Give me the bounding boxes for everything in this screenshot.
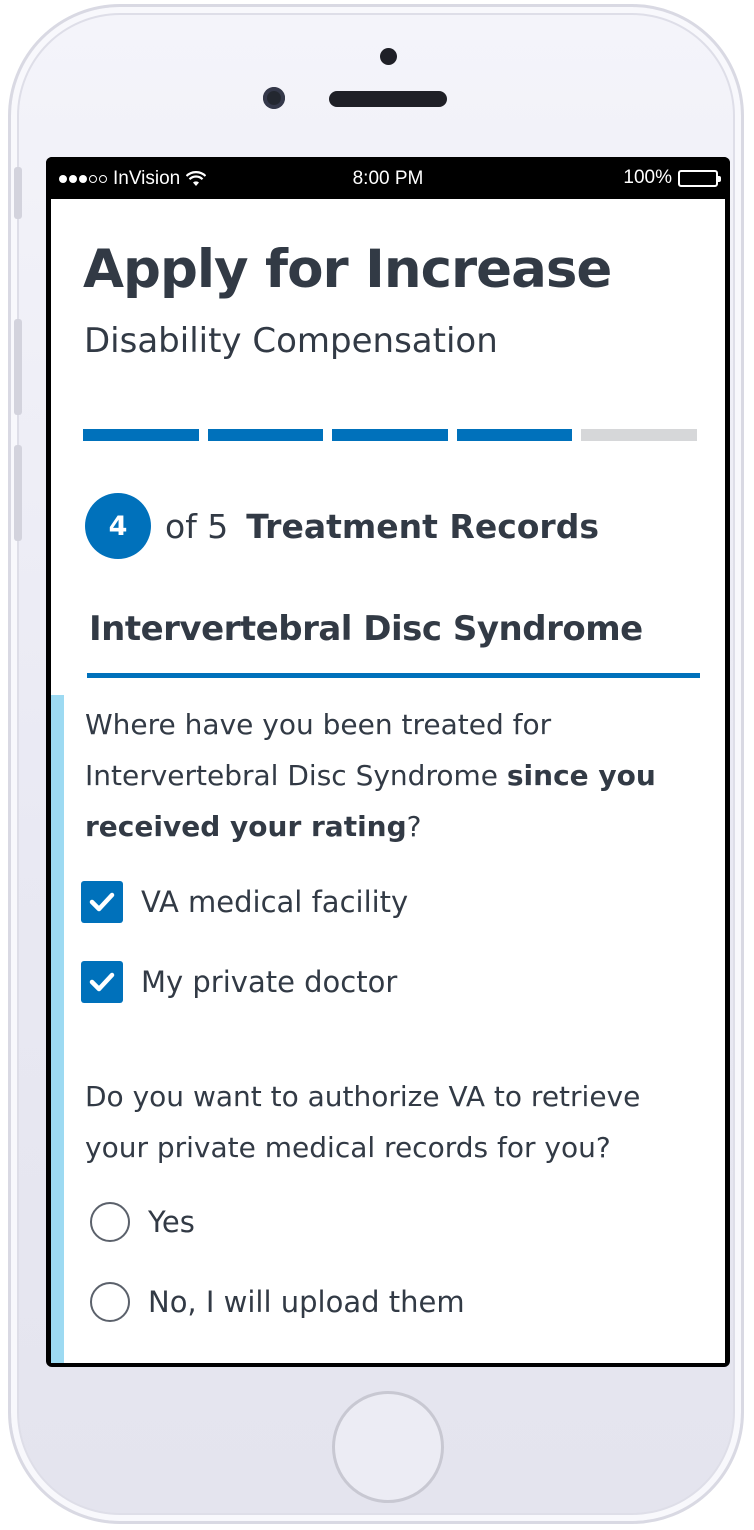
volume-down-button (14, 445, 22, 541)
private-doctor-checkbox-option[interactable]: My private doctor (81, 961, 397, 1003)
battery-icon (678, 169, 721, 187)
progress-segment-4 (456, 429, 573, 441)
section-accent-bar (51, 695, 64, 1363)
step-number-badge: 4 (85, 493, 151, 559)
progress-segment-1 (83, 429, 199, 441)
progress-segment-3 (332, 429, 448, 441)
step-title: Treatment Records (246, 506, 599, 546)
proximity-sensor (380, 48, 397, 65)
checkbox-label[interactable]: VA medical facility (141, 885, 408, 919)
authorize-question: Do you want to authorize VA to retrieve … (85, 1080, 641, 1164)
home-button[interactable] (332, 1391, 444, 1503)
step-count: of 5 (165, 506, 229, 546)
radio-label[interactable]: Yes (148, 1205, 195, 1239)
step-indicator: 4 of 5 Treatment Records (85, 493, 599, 559)
radio-button[interactable] (90, 1202, 130, 1242)
va-facility-checkbox-option[interactable]: VA medical facility (81, 881, 408, 923)
question1-text: Where have you been treated for Interver… (85, 708, 552, 792)
volume-up-button (14, 319, 22, 415)
checkbox-checked-icon[interactable] (81, 881, 123, 923)
progress-bar (83, 429, 697, 441)
mute-switch (14, 167, 22, 219)
page-subtitle: Disability Compensation (84, 321, 498, 361)
phone-screen: InVision 8:00 PM 100% Apply for Increase… (46, 157, 730, 1367)
checkbox-label[interactable]: My private doctor (141, 965, 397, 999)
status-bar: InVision 8:00 PM 100% (46, 157, 730, 199)
heading-underline (87, 673, 700, 678)
front-camera-icon (263, 87, 285, 109)
status-right: 100% (623, 167, 721, 189)
progress-segment-2 (207, 429, 324, 441)
radio-label[interactable]: No, I will upload them (148, 1285, 465, 1319)
app-content: Apply for Increase Disability Compensati… (51, 199, 725, 1363)
progress-segment-5 (581, 429, 697, 441)
page-title: Apply for Increase (83, 239, 612, 300)
yes-radio-option[interactable]: Yes (81, 1202, 195, 1242)
question1-punct: ? (406, 810, 422, 843)
earpiece-speaker (329, 91, 447, 107)
radio-button[interactable] (90, 1282, 130, 1322)
treatment-location-question: Where have you been treated for Interver… (85, 699, 685, 852)
upload-radio-option[interactable]: No, I will upload them (81, 1282, 465, 1322)
battery-percent: 100% (623, 167, 672, 188)
condition-heading: Intervertebral Disc Syndrome (89, 609, 643, 649)
phone-frame: InVision 8:00 PM 100% Apply for Increase… (8, 4, 744, 1524)
checkbox-checked-icon[interactable] (81, 961, 123, 1003)
